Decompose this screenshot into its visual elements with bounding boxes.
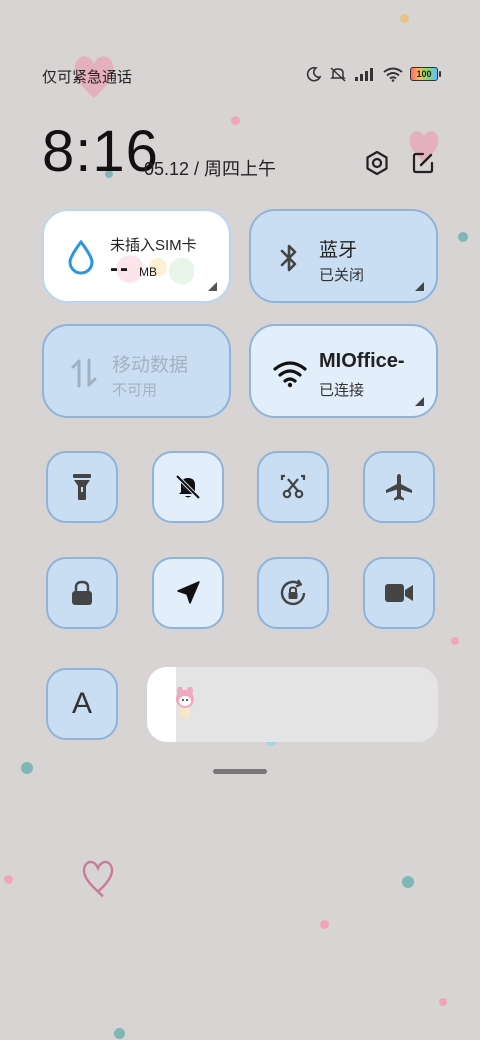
location-toggle[interactable]: [152, 557, 224, 629]
wifi-icon: [383, 67, 403, 82]
mobile-data-label: 移动数据: [112, 355, 189, 376]
rotation-lock-toggle[interactable]: [257, 557, 329, 629]
signal-icon: [355, 68, 373, 81]
clock-date: 05.12 / 周四上午: [144, 159, 277, 179]
airplane-toggle[interactable]: [363, 451, 435, 523]
settings-button[interactable]: [362, 148, 392, 178]
rotation-lock-icon: [280, 579, 306, 606]
bell-off-icon: [175, 474, 201, 500]
wifi-icon: [273, 361, 307, 388]
expand-corner-icon[interactable]: [415, 282, 424, 291]
clock-time: 8:16: [42, 119, 159, 184]
bluetooth-tile[interactable]: 蓝牙 已关闭: [249, 209, 438, 303]
edit-button[interactable]: [408, 148, 438, 178]
wifi-status: 已连接: [319, 382, 365, 399]
flashlight-toggle[interactable]: [46, 451, 118, 523]
decor-dot: [402, 876, 414, 888]
bluetooth-status: 已关闭: [319, 267, 365, 284]
decor-dot: [231, 116, 240, 125]
moon-icon: [306, 66, 322, 82]
data-usage-tile[interactable]: 未插入SIM卡 -- MB: [42, 209, 231, 303]
scissors-icon: [280, 474, 306, 499]
carrier-status: 仅可紧急通话: [42, 69, 133, 86]
edit-icon: [412, 152, 434, 174]
wifi-network-name: MIOffice-: [319, 350, 405, 372]
bluetooth-icon: [280, 244, 297, 272]
mobile-data-tile[interactable]: 移动数据 不可用: [42, 324, 231, 418]
battery-icon: 100: [410, 67, 441, 81]
water-drop-icon: [68, 239, 94, 275]
heart-outline-icon: [82, 860, 114, 898]
bluetooth-label: 蓝牙: [319, 240, 358, 261]
screen-record-toggle[interactable]: [363, 557, 435, 629]
sticker-decoration-icon: [176, 687, 194, 718]
decor-dot: [439, 998, 447, 1006]
decor-dot: [21, 762, 33, 774]
decor-dot: [458, 232, 468, 242]
decor-dot: [4, 875, 13, 884]
brightness-slider[interactable]: [147, 667, 438, 742]
lock-icon: [72, 580, 92, 605]
font-size-button[interactable]: A: [46, 668, 118, 740]
airplane-icon: [386, 474, 412, 501]
decor-dot: [451, 637, 459, 645]
decor-dot: [320, 920, 329, 929]
font-button-label: A: [71, 687, 92, 720]
data-usage-value: --: [110, 255, 130, 282]
mute-icon: [330, 67, 346, 82]
sim-status-label: 未插入SIM卡: [110, 237, 197, 254]
lock-screen-toggle[interactable]: [46, 557, 118, 629]
expand-corner-icon[interactable]: [415, 397, 424, 406]
video-camera-icon: [385, 584, 413, 602]
data-transfer-icon: [71, 358, 97, 388]
data-usage-unit: MB: [139, 265, 157, 279]
wifi-tile[interactable]: MIOffice- 已连接: [249, 324, 438, 418]
screenshot-toggle[interactable]: [257, 451, 329, 523]
mute-toggle[interactable]: [152, 451, 224, 523]
mobile-data-status: 不可用: [112, 382, 158, 399]
panel-handle[interactable]: [213, 769, 267, 774]
status-icons: 100: [306, 66, 441, 82]
flashlight-icon: [73, 474, 91, 500]
expand-corner-icon: [208, 282, 217, 291]
brightness-fill: [147, 667, 177, 742]
decor-dot: [400, 14, 409, 23]
location-icon: [177, 581, 200, 604]
gear-icon: [366, 150, 388, 176]
decor-dot: [114, 1028, 125, 1039]
